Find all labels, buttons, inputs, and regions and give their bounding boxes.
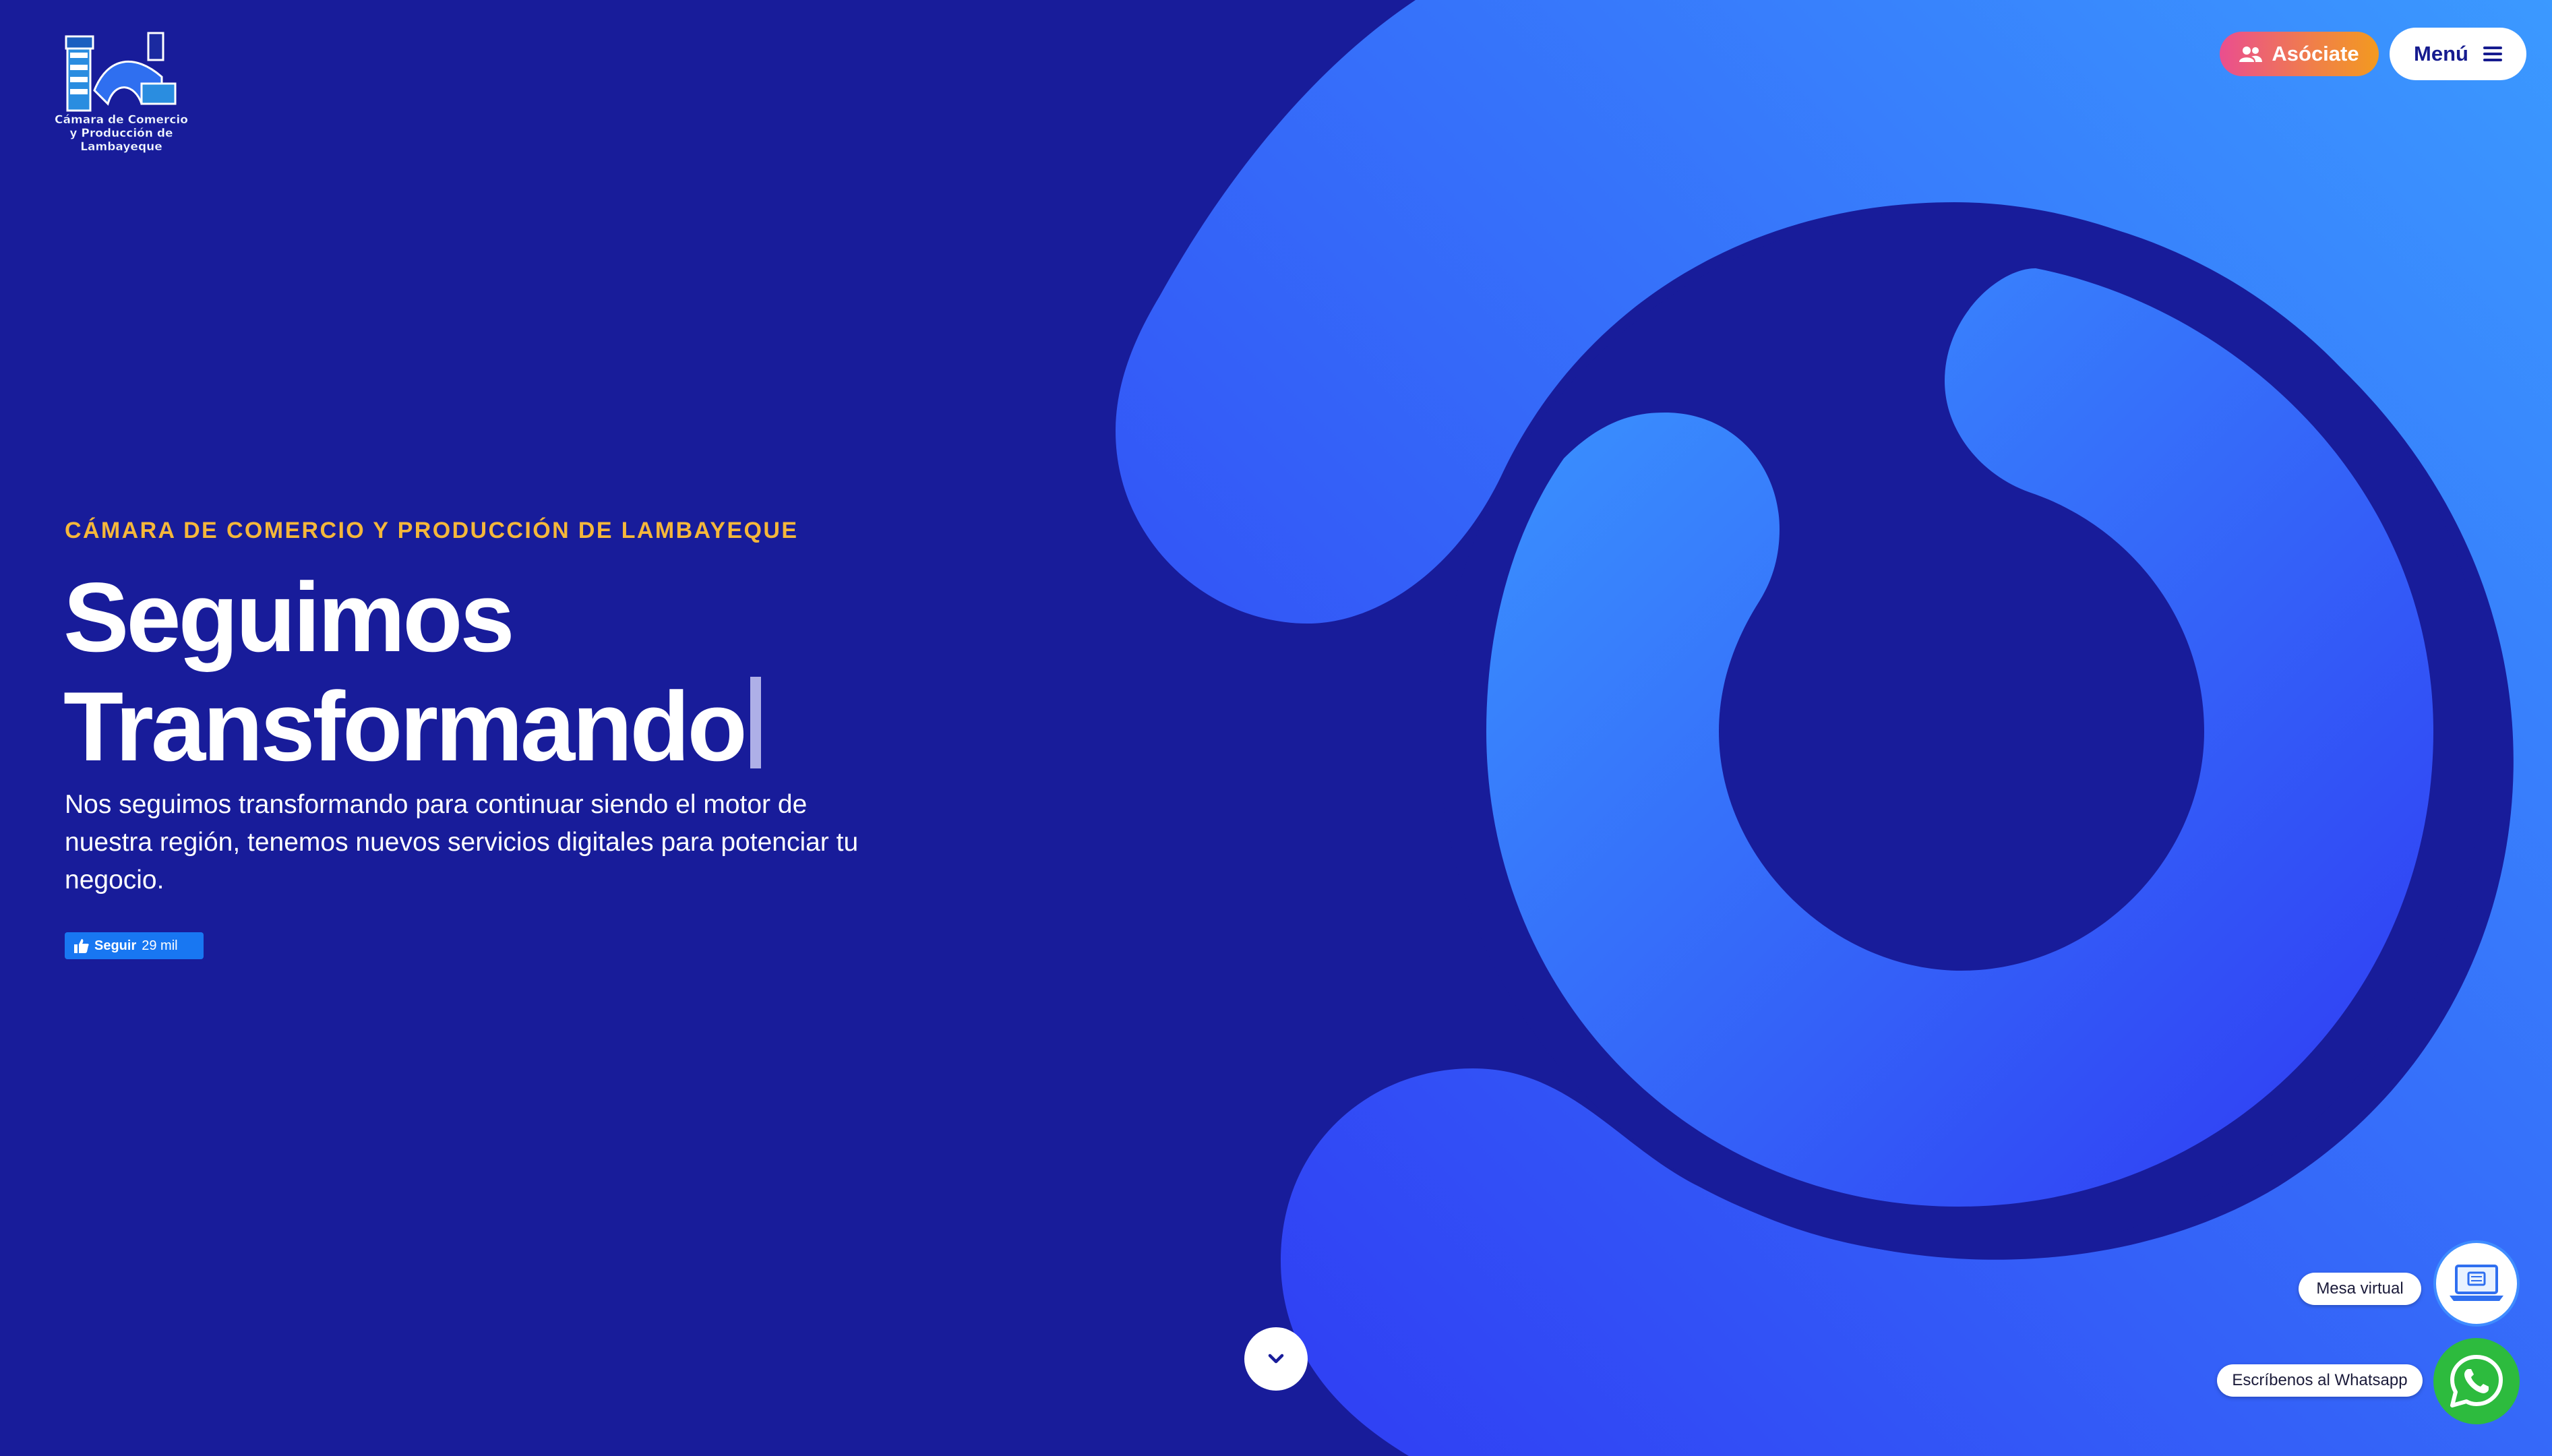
facebook-follow-count: 29 mil	[142, 938, 178, 953]
logo-emblem-icon	[65, 32, 177, 112]
facebook-follow-label: Seguir	[94, 938, 137, 953]
whatsapp-button[interactable]	[2433, 1338, 2520, 1424]
headline-line-2: Transformando	[63, 672, 761, 781]
logo-text-line2: y Producción de Lambayeque	[69, 127, 173, 154]
mesa-virtual-button[interactable]	[2433, 1240, 2520, 1327]
asociate-button[interactable]: Asóciate	[2220, 32, 2379, 76]
whatsapp-icon	[2450, 1355, 2503, 1407]
whatsapp-label[interactable]: Escríbenos al Whatsapp	[2217, 1364, 2423, 1397]
mesa-virtual-label[interactable]: Mesa virtual	[2299, 1273, 2421, 1305]
logo-text: Cámara de Comercio y Producción de Lamba…	[34, 113, 209, 154]
chevron-down-icon	[1268, 1354, 1284, 1364]
thumbs-up-icon	[74, 939, 89, 953]
headline-line-1: Seguimos	[63, 562, 515, 672]
asociate-label: Asóciate	[2272, 42, 2359, 65]
scroll-down-button[interactable]	[1244, 1327, 1308, 1391]
hero-eyebrow: CÁMARA DE COMERCIO Y PRODUCCIÓN DE LAMBA…	[65, 518, 799, 543]
menu-button[interactable]: Menú	[2390, 28, 2526, 80]
logo-text-line1: Cámara de Comercio	[55, 113, 188, 127]
brand-logo[interactable]: Cámara de Comercio y Producción de Lamba…	[34, 30, 209, 154]
typing-caret	[750, 677, 761, 768]
headline-line-2-text: Transformando	[63, 671, 748, 781]
menu-label: Menú	[2414, 42, 2468, 65]
hamburger-icon	[2483, 47, 2502, 61]
hero-description: Nos seguimos transformando para continua…	[65, 790, 859, 894]
laptop-icon	[2450, 1265, 2503, 1301]
hero-headline: Seguimos Transformando	[63, 563, 761, 781]
facebook-follow-button[interactable]: Seguir 29 mil	[65, 932, 204, 959]
hero-stage: Cámara de Comercio y Producción de Lamba…	[0, 0, 2552, 1456]
users-icon	[2239, 47, 2263, 62]
